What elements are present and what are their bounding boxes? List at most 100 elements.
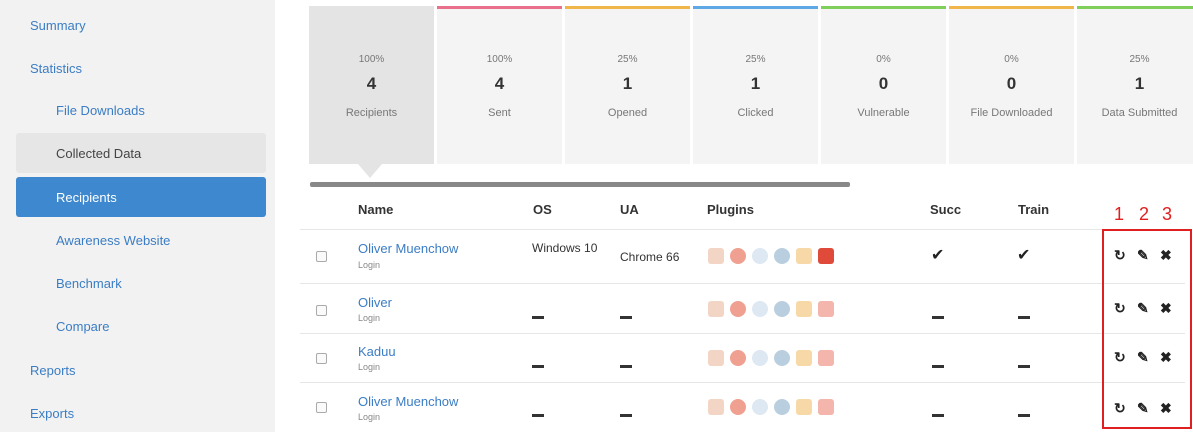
media-plugin-icon [796, 301, 812, 317]
sidebar-item-reports[interactable]: Reports [16, 350, 266, 390]
java-plugin-icon [708, 301, 724, 317]
stat-label: Vulnerable [857, 107, 910, 119]
stat-count: 1 [622, 74, 633, 93]
quicktime-plugin-icon [774, 248, 790, 264]
stat-label: Data Submitted [1101, 107, 1178, 119]
stat-count: 0 [878, 74, 889, 93]
column-header-ua[interactable]: UA [620, 202, 639, 217]
stat-tile-file-downloaded[interactable]: 0% 0 File Downloaded [949, 6, 1074, 164]
sidebar-item-exports[interactable]: Exports [16, 393, 266, 432]
recipient-name-link[interactable]: Oliver [358, 295, 392, 310]
train-check-icon: ✔ [1017, 247, 1031, 264]
row-checkbox[interactable] [316, 251, 327, 262]
success-check-icon: ✔ [931, 247, 945, 264]
table-row: Kaduu Login ↻ ✎ ✖ [300, 333, 1185, 383]
os-cell [532, 308, 544, 322]
stat-percent: 25% [745, 54, 766, 65]
sidebar-item-summary[interactable]: Summary [16, 5, 266, 45]
stat-tile-data-submitted[interactable]: 25% 1 Data Submitted [1077, 6, 1193, 164]
empty-dash [1018, 414, 1030, 417]
plugins-cell [708, 301, 834, 317]
stat-tile-recipients[interactable]: 100% 4 Recipients [309, 6, 434, 164]
stat-color-bar [1077, 6, 1193, 9]
java-plugin-icon [708, 350, 724, 366]
flash-plugin-icon [730, 399, 746, 415]
stat-color-bar [949, 6, 1074, 9]
annotation-number-1: 1 [1114, 204, 1125, 224]
plugins-cell [708, 399, 834, 415]
row-checkbox[interactable] [316, 353, 327, 364]
recipient-sub-label: Login [358, 412, 381, 422]
media-plugin-icon [796, 350, 812, 366]
stat-percent: 100% [358, 54, 385, 65]
table-row: Oliver Login ↻ ✎ ✖ [300, 283, 1185, 333]
horizontal-scrollbar[interactable] [310, 182, 850, 187]
stat-percent: 25% [617, 54, 638, 65]
row-checkbox[interactable] [316, 305, 327, 316]
stat-color-bar [437, 6, 562, 9]
sidebar-item-file-downloads[interactable]: File Downloads [16, 90, 266, 130]
stat-tile-opened[interactable]: 25% 1 Opened [565, 6, 690, 164]
stat-color-bar [821, 6, 946, 9]
sidebar-item-recipients[interactable]: Recipients [16, 177, 266, 217]
stat-color-bar [565, 6, 690, 9]
column-header-name[interactable]: Name [358, 202, 393, 217]
sidebar-item-collected-data[interactable]: Collected Data [16, 133, 266, 173]
stat-percent: 25% [1129, 54, 1150, 65]
annotation-number-3: 3 [1162, 204, 1173, 224]
stat-tile-clicked[interactable]: 25% 1 Clicked [693, 6, 818, 164]
actions-highlight-box [1102, 229, 1192, 429]
recipient-name-link[interactable]: Oliver Muenchow [358, 394, 458, 409]
sidebar-item-statistics[interactable]: Statistics [16, 48, 266, 88]
pdf-plugin-icon [818, 350, 834, 366]
os-cell: Windows 10 [532, 241, 598, 255]
column-header-train[interactable]: Train [1018, 202, 1049, 217]
empty-dash [620, 414, 632, 417]
empty-dash [532, 365, 544, 368]
flash-plugin-icon [730, 248, 746, 264]
plugins-cell [708, 350, 834, 366]
stat-tile-sent[interactable]: 100% 4 Sent [437, 6, 562, 164]
column-header-succ[interactable]: Succ [930, 202, 961, 217]
pdf-plugin-icon [818, 301, 834, 317]
stat-tile-vulnerable[interactable]: 0% 0 Vulnerable [821, 6, 946, 164]
stat-label: Sent [488, 107, 511, 119]
column-header-os[interactable]: OS [533, 202, 552, 217]
stat-count: 0 [1006, 74, 1017, 93]
empty-dash [1018, 316, 1030, 319]
quicktime-plugin-icon [774, 301, 790, 317]
stat-label: Opened [607, 107, 648, 119]
empty-dash [932, 365, 944, 368]
column-header-plugins[interactable]: Plugins [707, 202, 754, 217]
silverlight-plugin-icon [752, 350, 768, 366]
flash-plugin-icon [730, 350, 746, 366]
silverlight-plugin-icon [752, 301, 768, 317]
os-cell [532, 357, 544, 371]
train-cell [1018, 308, 1030, 322]
quicktime-plugin-icon [774, 399, 790, 415]
stat-count: 1 [1134, 74, 1145, 93]
recipient-name-link[interactable]: Oliver Muenchow [358, 241, 458, 256]
train-cell [1018, 357, 1030, 371]
stat-label: File Downloaded [970, 107, 1053, 119]
table-row: Oliver Muenchow Login ↻ ✎ ✖ [300, 382, 1185, 432]
recipient-name-link[interactable]: Kaduu [358, 344, 396, 359]
empty-dash [620, 365, 632, 368]
row-checkbox[interactable] [316, 402, 327, 413]
stat-percent: 100% [486, 54, 513, 65]
flash-plugin-icon [730, 301, 746, 317]
annotation-number-2: 2 [1139, 204, 1150, 224]
silverlight-plugin-icon [752, 399, 768, 415]
sidebar-item-compare[interactable]: Compare [16, 306, 266, 346]
stat-percent: 0% [1004, 54, 1019, 65]
pdf-plugin-icon [818, 248, 834, 264]
stat-percent: 0% [876, 54, 891, 65]
empty-dash [620, 316, 632, 319]
stat-count: 1 [750, 74, 761, 93]
empty-dash [532, 316, 544, 319]
ua-cell [620, 308, 632, 322]
active-tile-pointer [358, 164, 382, 178]
recipient-sub-label: Login [358, 260, 381, 270]
sidebar-item-benchmark[interactable]: Benchmark [16, 263, 266, 303]
sidebar-item-awareness-website[interactable]: Awareness Website [16, 220, 266, 260]
